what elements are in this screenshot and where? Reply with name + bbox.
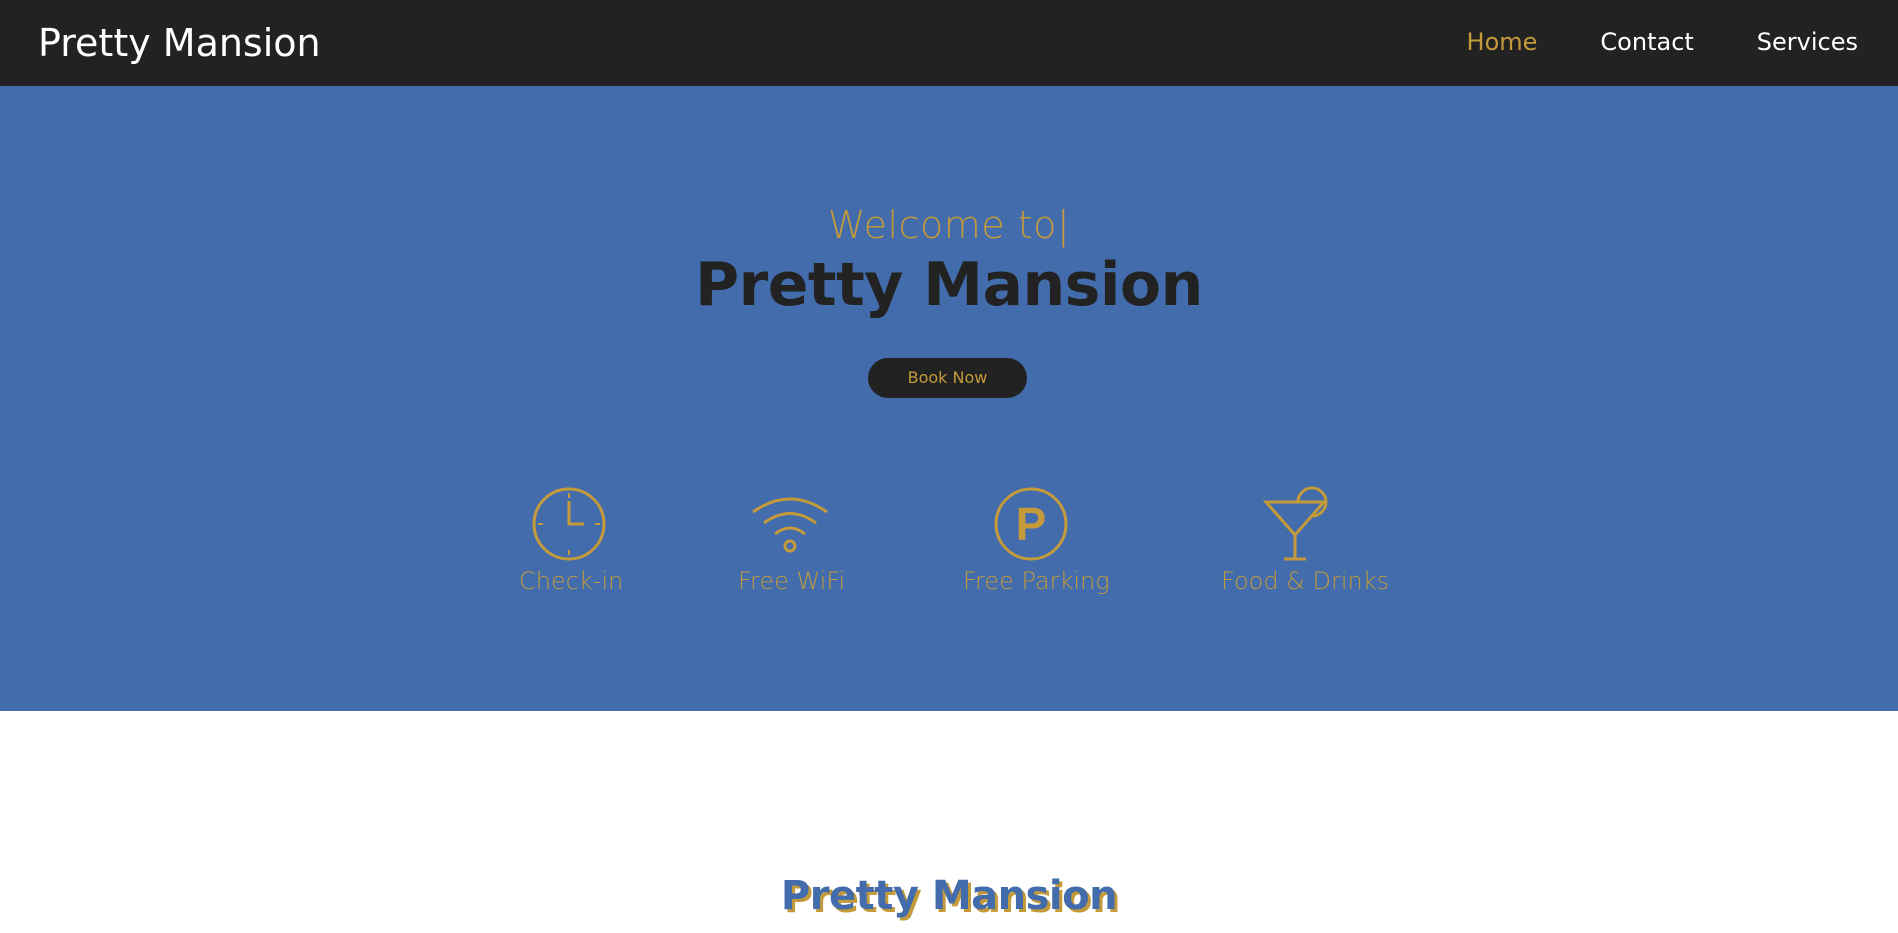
feature-label-check-in: Check-in <box>519 567 624 595</box>
top-navbar: Pretty Mansion Home Contact Services <box>0 0 1898 86</box>
nav-links: Home Contact Services <box>1404 26 1858 58</box>
site-brand[interactable]: Pretty Mansion <box>38 20 321 66</box>
nav-link-services[interactable]: Services <box>1757 26 1858 58</box>
nav-link-contact[interactable]: Contact <box>1600 26 1693 58</box>
feature-free-parking: P <box>992 485 1070 563</box>
parking-icon: P <box>994 487 1068 561</box>
feature-label-free-parking: Free Parking <box>963 567 1110 595</box>
svg-text:P: P <box>1016 498 1047 550</box>
section-title: Pretty Mansion <box>780 873 1118 919</box>
clock-icon <box>532 487 606 561</box>
nav-link-home[interactable]: Home <box>1467 26 1538 58</box>
feature-label-free-wifi: Free WiFi <box>738 567 846 595</box>
feature-check-in <box>530 485 608 563</box>
hero-section: Welcome to| Pretty Mansion Book Now <box>0 86 1898 711</box>
hero-welcome-text: Welcome to| <box>827 203 1071 247</box>
book-now-button[interactable]: Book Now <box>868 358 1027 398</box>
hero-title: Pretty Mansion <box>695 250 1203 320</box>
feature-food-drinks <box>1262 485 1334 563</box>
cocktail-icon <box>1262 486 1328 561</box>
feature-label-food-drinks: Food & Drinks <box>1221 567 1390 595</box>
feature-free-wifi <box>750 492 830 554</box>
wifi-icon <box>752 497 828 553</box>
